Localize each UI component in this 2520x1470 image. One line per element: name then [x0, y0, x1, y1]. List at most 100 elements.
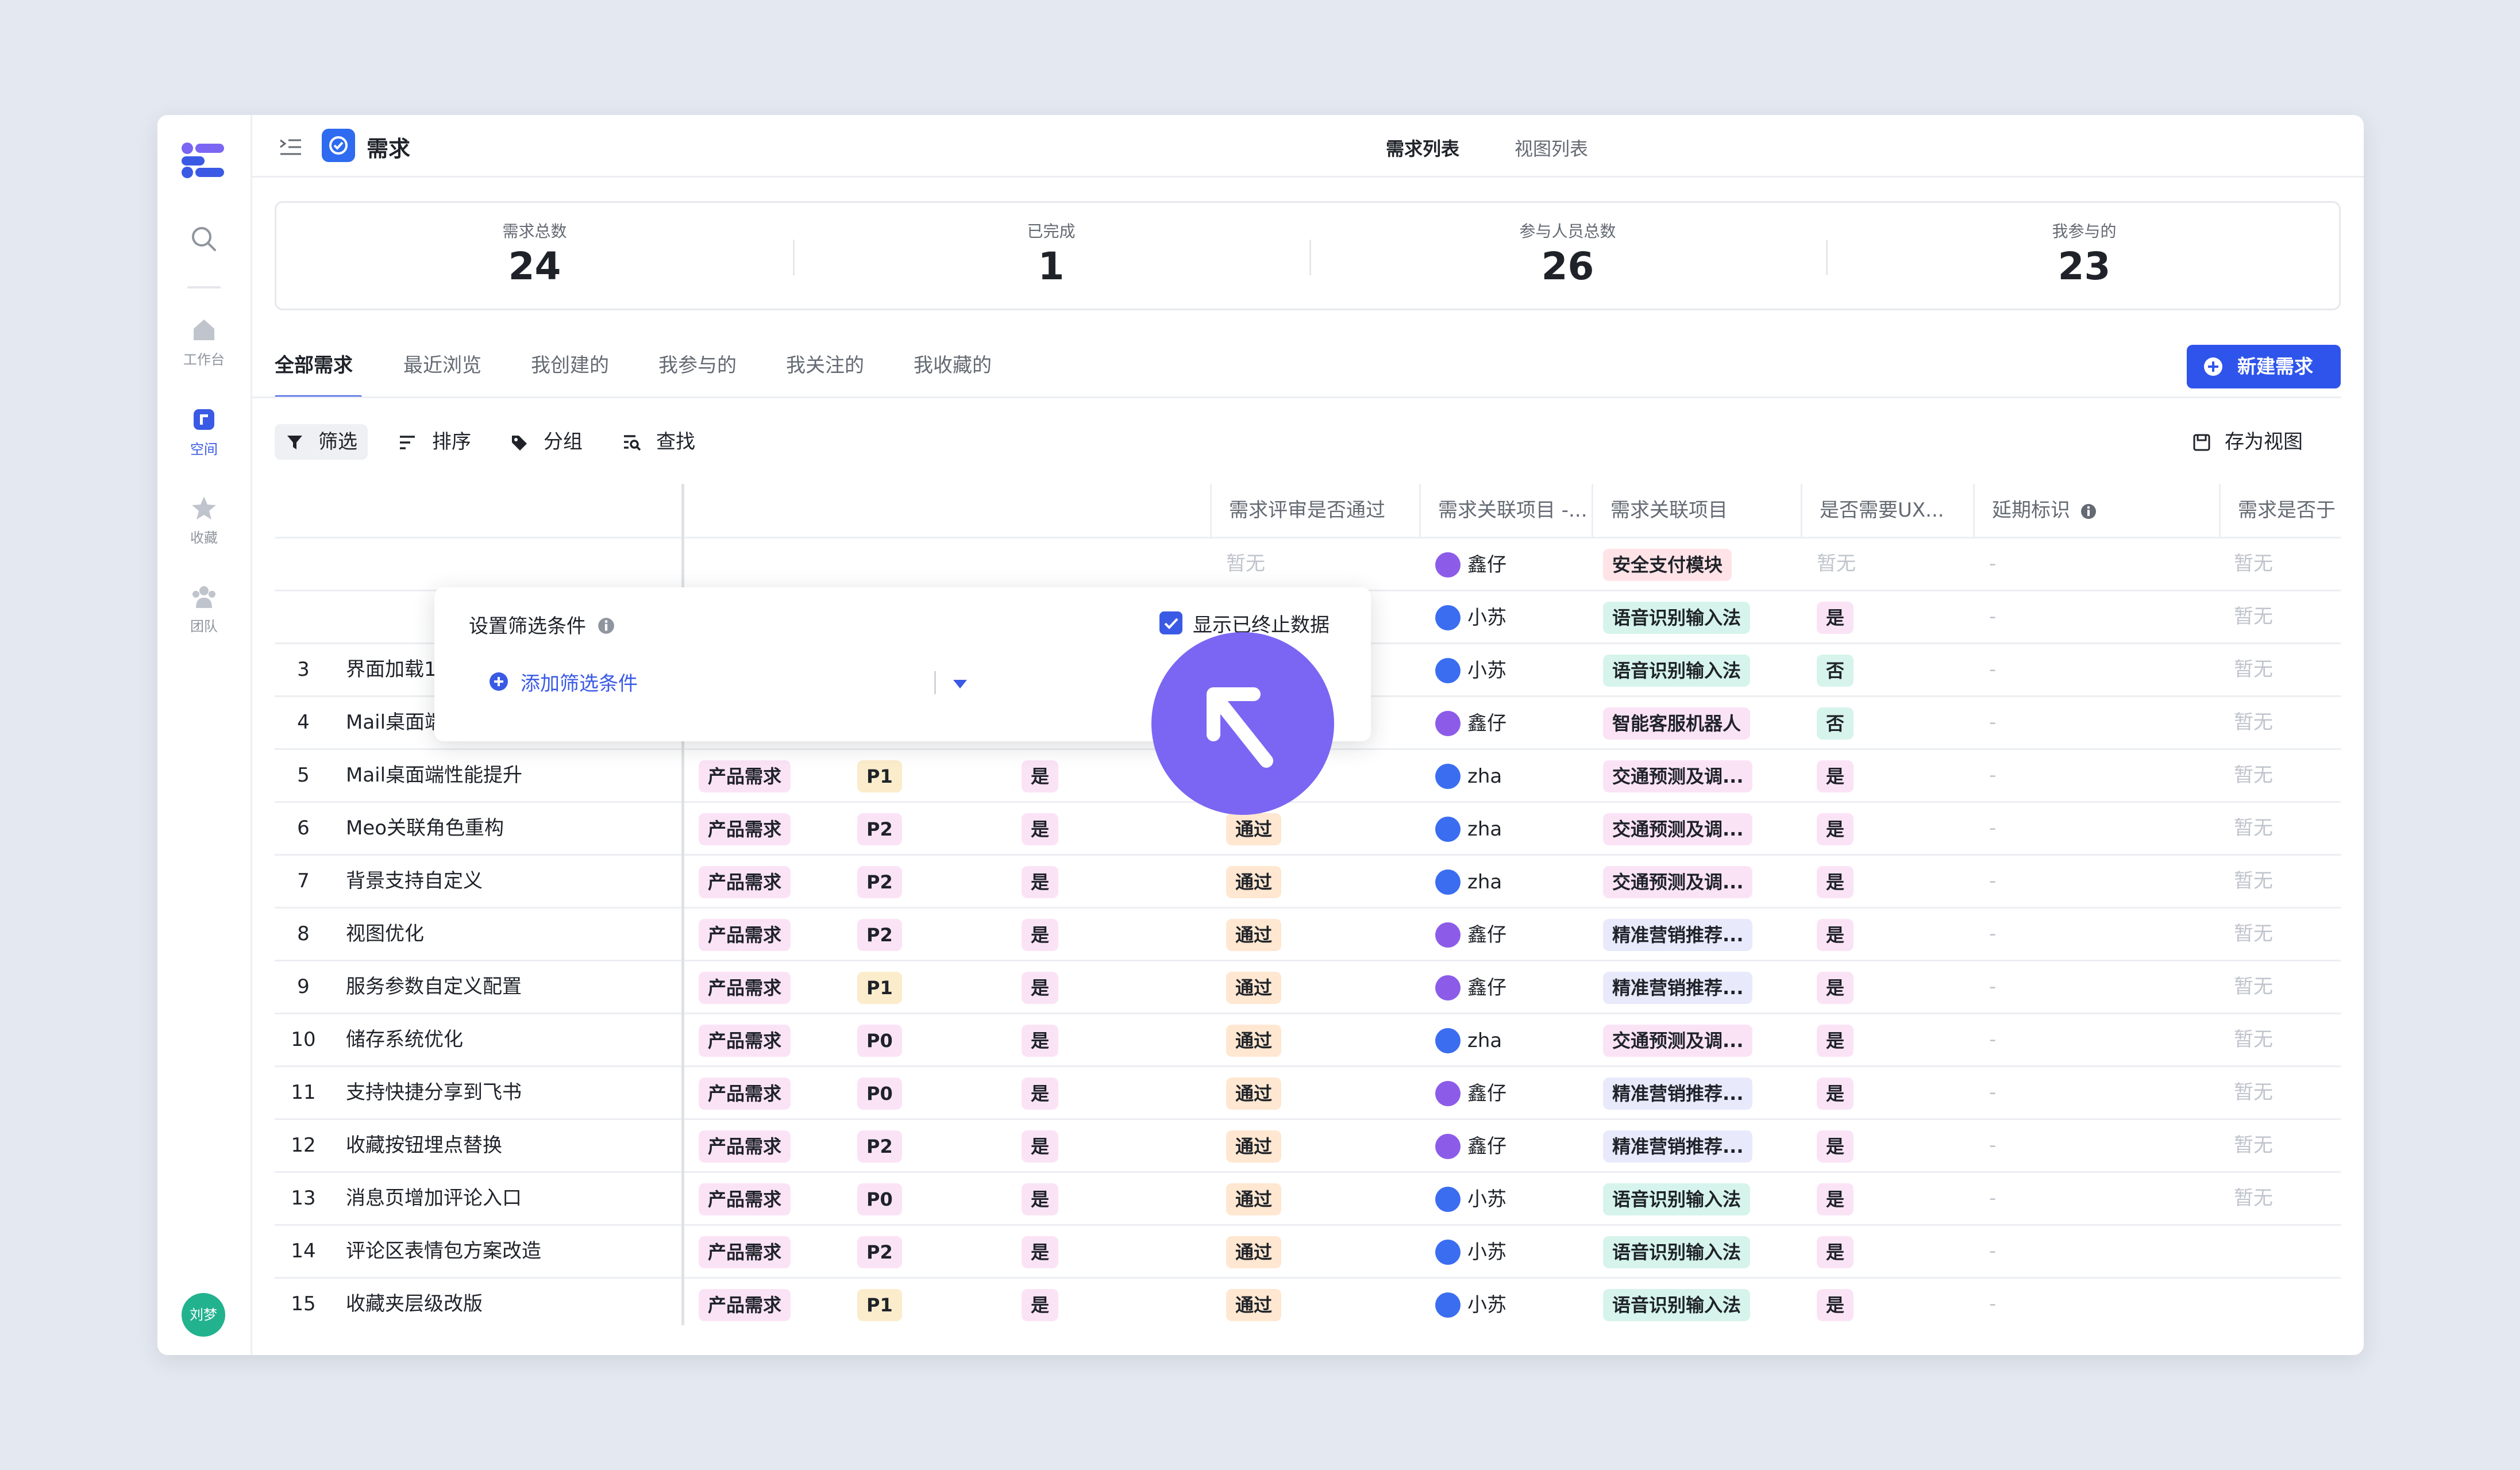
table-row[interactable]: 14 评论区表情包方案改造 产品需求 P2 是 通过 小苏 语音识别输入法 是 - — [275, 1224, 2341, 1277]
rail-item-favorites[interactable]: 收藏 — [157, 494, 251, 547]
owner-person[interactable]: 小苏 — [1435, 645, 1506, 696]
rail-item-space[interactable]: 空间 — [157, 406, 251, 458]
priority-tag: P0 — [857, 1077, 902, 1110]
row-title-text[interactable]: 服务参数自定义配置 — [346, 975, 522, 998]
row-number: 13 — [275, 1173, 332, 1224]
owner-person[interactable]: zha — [1435, 856, 1502, 907]
caret-down-icon[interactable] — [951, 678, 969, 690]
owner-person[interactable]: zha — [1435, 1015, 1502, 1066]
owner-person[interactable]: 鑫仔 — [1435, 962, 1506, 1013]
column-header-ux[interactable]: 是否需要UX... — [1801, 484, 1973, 537]
cell-project: 精准营销推荐... — [1603, 909, 1793, 960]
rail-item-workbench[interactable]: 工作台 — [157, 316, 251, 368]
info-icon[interactable] — [2080, 503, 2097, 520]
column-header-project-related[interactable]: 需求关联项目 -... — [1419, 484, 1592, 537]
popover-divider — [934, 671, 936, 694]
cell-type: 产品需求 — [699, 1226, 848, 1277]
delay-text: - — [1989, 1081, 1997, 1104]
cell-ux: 是 — [1817, 909, 1955, 960]
tab-all[interactable]: 全部需求 — [275, 349, 353, 378]
row-number: 10 — [275, 1014, 332, 1065]
table-row[interactable]: 暂无 鑫仔 安全支付模块 暂无 - 暂无 — [275, 537, 2341, 590]
owner-person[interactable]: 小苏 — [1435, 1279, 1506, 1326]
owner-person[interactable]: 鑫仔 — [1435, 698, 1506, 749]
owner-person[interactable]: 小苏 — [1435, 592, 1506, 643]
new-requirement-button[interactable]: 新建需求 — [2187, 345, 2341, 388]
table-row[interactable]: 12 收藏按钮埋点替换 产品需求 P2 是 通过 鑫仔 精准营销推荐... 是 - 暂无 — [275, 1118, 2341, 1171]
table-row[interactable]: 8 视图优化 产品需求 P2 是 通过 鑫仔 精准营销推荐... 是 - 暂无 — [275, 907, 2341, 960]
row-title-text[interactable]: 收藏按钮埋点替换 — [346, 1134, 502, 1157]
app-logo-icon[interactable] — [179, 140, 228, 180]
table-row[interactable]: 10 储存系统优化 产品需求 P0 是 通过 zha 交通预测及调... 是 - 暂无 — [275, 1013, 2341, 1065]
row-title-text[interactable]: 储存系统优化 — [346, 1028, 463, 1051]
save-view-button[interactable]: 存为视图 — [2193, 424, 2319, 460]
row-title-text[interactable]: 视图优化 — [346, 922, 424, 945]
row-title-text[interactable]: 背景支持自定义 — [346, 869, 483, 892]
tab-followed[interactable]: 我关注的 — [786, 349, 864, 378]
show-terminated-checkbox[interactable] — [1159, 611, 1182, 634]
cell-flag: 是 — [1022, 803, 1159, 854]
project-tag: 语音识别输入法 — [1603, 1183, 1751, 1215]
find-button[interactable]: 查找 — [623, 424, 709, 460]
row-title-text[interactable]: 支持快捷分享到飞书 — [346, 1081, 522, 1104]
cell-delay: - — [1989, 1173, 2207, 1224]
table-row[interactable]: 15 收藏夹层级改版 产品需求 P1 是 通过 小苏 语音识别输入法 是 - — [275, 1277, 2341, 1325]
owner-person[interactable]: 小苏 — [1435, 1173, 1506, 1225]
row-title-text[interactable]: 评论区表情包方案改造 — [346, 1240, 541, 1263]
column-header-review[interactable]: 需求评审是否通过 — [1210, 484, 1419, 537]
tab-created[interactable]: 我创建的 — [531, 349, 609, 378]
project-tag: 交通预测及调... — [1603, 813, 1753, 845]
rail-item-team[interactable]: 团队 — [157, 583, 251, 635]
table-row[interactable]: 11 支持快捷分享到飞书 产品需求 P0 是 通过 鑫仔 精准营销推荐... 是 - 暂无 — [275, 1065, 2341, 1118]
owner-person[interactable]: 鑫仔 — [1435, 909, 1506, 960]
filter-button[interactable]: 筛选 — [275, 424, 368, 460]
row-title-text[interactable]: 收藏夹层级改版 — [346, 1292, 483, 1315]
cell-priority: P2 — [857, 1226, 995, 1277]
column-header-extra[interactable]: 需求是否于 — [2219, 484, 2341, 537]
tab-requirement-list[interactable]: 需求列表 — [1386, 134, 1459, 161]
cell-extra: 暂无 — [2234, 909, 2341, 960]
table-row[interactable]: 9 服务参数自定义配置 产品需求 P1 是 通过 鑫仔 精准营销推荐... 是 - 暂无 — [275, 960, 2341, 1013]
avatar[interactable]: 刘梦 — [182, 1293, 225, 1337]
filter-icon — [287, 436, 302, 449]
sidebar-collapse-icon[interactable] — [279, 138, 302, 156]
extra-text: 暂无 — [2234, 764, 2273, 787]
owner-person[interactable]: zha — [1435, 751, 1502, 802]
owner-person[interactable]: 鑫仔 — [1435, 1121, 1506, 1172]
row-title-text[interactable]: 消息页增加评论入口 — [346, 1187, 522, 1210]
tab-view-list[interactable]: 视图列表 — [1515, 134, 1588, 161]
row-title-text[interactable]: Mail桌面端性能提升 — [346, 764, 522, 787]
group-button[interactable]: 分组 — [510, 424, 596, 460]
cell-project: 智能客服机器人 — [1603, 697, 1793, 748]
add-filter-condition-button[interactable]: 添加筛选条件 — [521, 668, 638, 696]
search-icon[interactable] — [189, 224, 219, 254]
table-row[interactable]: 13 消息页增加评论入口 产品需求 P0 是 通过 小苏 语音识别输入法 是 - 暂无 — [275, 1171, 2341, 1224]
tab-collected[interactable]: 我收藏的 — [914, 349, 992, 378]
plus-circle-icon[interactable] — [488, 671, 509, 692]
owner-person[interactable]: 鑫仔 — [1435, 1068, 1506, 1119]
project-tag: 交通预测及调... — [1603, 865, 1753, 898]
info-icon[interactable] — [597, 617, 615, 635]
owner-person[interactable]: zha — [1435, 803, 1502, 855]
type-tag: 产品需求 — [699, 1183, 791, 1215]
ux-text: 暂无 — [1817, 552, 1856, 575]
sort-button[interactable]: 排序 — [399, 424, 485, 460]
cell-priority: P2 — [857, 1120, 995, 1171]
column-header-delay[interactable]: 延期标识 — [1973, 484, 2219, 537]
row-title-text[interactable]: Meo关联角色重构 — [346, 817, 504, 840]
cell-owner: 小苏 — [1435, 1279, 1585, 1325]
save-icon — [2193, 434, 2210, 451]
type-tag: 产品需求 — [699, 1236, 791, 1268]
cell-flag: 是 — [1022, 961, 1159, 1013]
cell-delay: - — [1989, 856, 2207, 907]
tab-recent[interactable]: 最近浏览 — [403, 349, 481, 378]
stat-participants: 参与人员总数 26 — [1309, 203, 1826, 309]
table-row[interactable]: 7 背景支持自定义 产品需求 P2 是 通过 zha 交通预测及调... 是 - 暂无 — [275, 854, 2341, 907]
owner-person[interactable]: 小苏 — [1435, 1226, 1506, 1277]
column-header-project[interactable]: 需求关联项目 — [1592, 484, 1801, 537]
cell-delay: - — [1989, 538, 2207, 590]
cell-ux: 是 — [1817, 750, 1955, 801]
row-title: 收藏按钮埋点替换 — [346, 1120, 679, 1171]
tab-participated[interactable]: 我参与的 — [658, 349, 737, 378]
owner-person[interactable]: 鑫仔 — [1435, 539, 1506, 590]
